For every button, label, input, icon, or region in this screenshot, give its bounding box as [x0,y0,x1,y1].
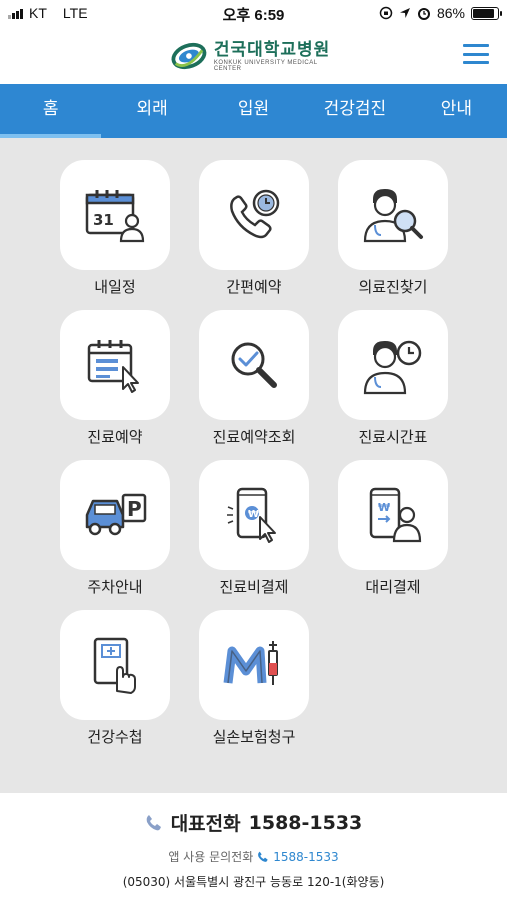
app-header: 건국대학교병원 KONKUK UNIVERSITY MEDICAL CENTER [0,28,507,84]
menu-item-label: 건강수첩 [87,728,143,746]
location-arrow-icon [399,8,410,18]
hospital-logo[interactable]: 건국대학교병원 KONKUK UNIVERSITY MEDICAL CENTER [170,36,340,76]
app-inquiry-label: 앱 사용 문의전화 [168,850,254,864]
menu-tile[interactable]: P [60,460,170,570]
logo-english-text: KONKUK UNIVERSITY MEDICAL CENTER [213,60,318,72]
menu-line [463,61,489,64]
menu-item-proxy-payment[interactable]: ₩ 대리결제 [338,460,448,598]
menu-tile[interactable]: ₩ [199,460,309,570]
calendar-cursor-icon [87,340,139,393]
tab-outpatient[interactable]: 외래 [101,84,202,138]
menu-tile[interactable] [338,310,448,420]
magnifier-check-icon [231,342,277,388]
menu-line [463,52,489,56]
alarm-icon [417,8,430,20]
logo-korean-text: 건국대학교병원 [213,40,331,60]
main-phone-number[interactable]: 1588-1533 [249,812,363,834]
menu-line [463,44,489,47]
menu-item-bill-payment[interactable]: ₩ 진료비결제 [199,460,309,598]
menu-item-label: 진료예약 [87,428,143,446]
hospital-address: (05030) 서울특별시 광진구 능동로 120-1(화양동) [122,875,385,889]
main-phone-line[interactable]: 대표전화 1588-1533 [0,809,507,836]
menu-tile[interactable]: ₩ [338,460,448,570]
app-inquiry-number[interactable]: 1588-1533 [273,850,338,864]
calendar-person-icon: 31 [85,190,145,243]
menu-item-doctor-schedule[interactable]: 진료시간표 [338,310,448,448]
calendar-day-text: 31 [93,211,114,229]
mobile-payment-icon: ₩ [227,487,276,543]
hospital-emblem-icon [171,42,207,70]
menu-item-label: 진료비결제 [219,578,289,596]
battery-percent: 86% [436,5,465,21]
tab-info[interactable]: 안내 [406,84,507,138]
menu-item-label: 내일정 [94,278,136,296]
battery-fill [473,8,494,18]
menu-item-find-doctor[interactable]: 의료진찾기 [338,160,448,298]
phone-icon [258,851,268,862]
menu-tile[interactable] [199,610,309,720]
tab-inpatient[interactable]: 입원 [203,84,304,138]
tablet-hand-icon [93,637,136,694]
battery-icon [471,6,502,20]
menu-item-label: 대리결제 [365,578,421,596]
main-tab-bar: 홈 외래 입원 건강검진 안내 [0,84,507,138]
menu-item-label: 진료예약조회 [212,428,296,446]
menu-item-reservation[interactable]: 진료예약 [60,310,170,448]
insurance-claim-icon [223,641,278,685]
menu-item-health-notebook[interactable]: 건강수첩 [60,610,170,748]
menu-item-insurance-claim[interactable]: 실손보험청구 [199,610,309,748]
doctor-clock-icon [363,340,422,395]
menu-item-quick-reservation[interactable]: 간편예약 [199,160,309,298]
menu-item-label: 간편예약 [226,278,282,296]
mobile-proxy-payment-icon: ₩ [369,487,422,543]
menu-tile[interactable] [338,160,448,270]
app-inquiry-line: 앱 사용 문의전화 1588-1533 [0,848,507,865]
menu-tile[interactable] [199,310,309,420]
phone-clock-icon [230,189,280,239]
menu-item-label: 주차안내 [87,578,143,596]
parking-letter-text: P [127,497,142,521]
phone-icon [146,814,161,830]
tab-health-checkup[interactable]: 건강검진 [304,84,405,138]
main-phone-label: 대표전화 [170,813,241,835]
status-bar: KT LTE 오후 6:59 86% [0,0,507,28]
rotation-lock-icon [379,6,393,20]
car-parking-icon: P [85,493,147,536]
footer: 대표전화 1588-1533 앱 사용 문의전화 1588-1533 (0503… [0,793,507,900]
hamburger-menu-button[interactable] [463,44,489,64]
status-right: 86% [379,5,502,21]
menu-item-label: 진료시간표 [358,428,428,446]
doctor-search-icon [363,189,423,243]
menu-tile[interactable] [60,310,170,420]
tab-home[interactable]: 홈 [0,84,102,138]
menu-item-reservation-inquiry[interactable]: 진료예약조회 [199,310,309,448]
menu-tile[interactable]: 31 [60,160,170,270]
svg-text:₩: ₩ [378,501,390,514]
menu-tile[interactable] [60,610,170,720]
menu-item-my-schedule[interactable]: 31 내일정 [60,160,170,298]
menu-item-label: 실손보험청구 [212,728,296,746]
svg-text:₩: ₩ [248,509,259,520]
menu-item-parking[interactable]: P 주차안내 [60,460,170,598]
menu-item-label: 의료진찾기 [358,278,428,296]
menu-tile[interactable] [199,160,309,270]
